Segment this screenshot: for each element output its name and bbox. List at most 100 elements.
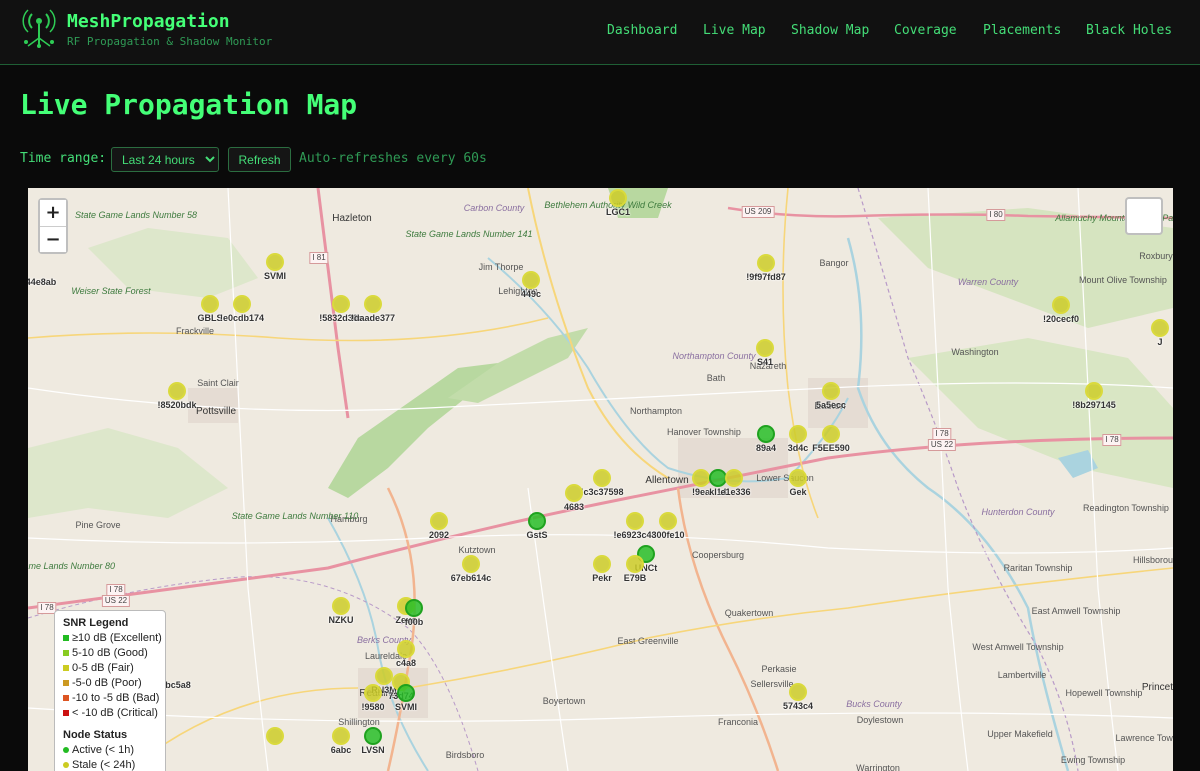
node-label: 2092 (428, 530, 450, 540)
snr-legend-label: < -10 dB (Critical) (72, 707, 158, 719)
snr-legend-label: 5-10 dB (Good) (72, 647, 148, 659)
node-label: Gek (789, 487, 807, 497)
place-label: Hanover Township (667, 427, 741, 437)
brand-subtitle: RF Propagation & Shadow Monitor (67, 35, 273, 48)
mesh-node-marker[interactable] (397, 684, 415, 702)
mesh-node-marker[interactable] (430, 512, 448, 530)
mesh-node-marker[interactable] (822, 382, 840, 400)
mesh-node-marker[interactable] (725, 469, 743, 487)
nav-dashboard[interactable]: Dashboard (607, 23, 677, 38)
mesh-node-marker[interactable] (266, 727, 284, 745)
refresh-button[interactable]: Refresh (228, 147, 291, 172)
place-label: Mount Olive Township (1079, 275, 1167, 285)
mesh-node-marker[interactable] (201, 295, 219, 313)
mesh-node-marker[interactable] (266, 253, 284, 271)
node-label: E79B (623, 573, 647, 583)
mesh-node-marker[interactable] (789, 469, 807, 487)
place-label: Northampton County (672, 351, 756, 361)
node-label: !9ea (691, 487, 711, 497)
mesh-node-marker[interactable] (1085, 382, 1103, 400)
place-label: West Amwell Township (972, 642, 1064, 652)
mesh-node-marker[interactable] (364, 295, 382, 313)
place-label: Weiser State Forest (71, 286, 151, 296)
mesh-node-marker[interactable] (757, 254, 775, 272)
road-shield: US 22 (927, 439, 957, 451)
node-label: SVMI (394, 702, 418, 712)
mesh-node-marker[interactable] (528, 512, 546, 530)
nav-coverage[interactable]: Coverage (894, 23, 957, 38)
zoom-in-button[interactable]: + (40, 200, 66, 226)
mesh-node-marker[interactable] (405, 599, 423, 617)
nav-live-map[interactable]: Live Map (703, 23, 766, 38)
node-label: 300fe10 (651, 530, 685, 540)
place-label: Hunterdon County (981, 507, 1055, 517)
mesh-node-marker[interactable] (593, 469, 611, 487)
place-label: State Game Lands Number 141 (405, 229, 533, 239)
place-label: Hazleton (332, 213, 372, 224)
layers-control-button[interactable] (1125, 197, 1163, 235)
node-label: GstS (526, 530, 548, 540)
place-label: State Game Lands Number 80 (28, 561, 116, 571)
mesh-node-marker[interactable] (462, 555, 480, 573)
time-range-select[interactable]: Last 24 hours (111, 147, 219, 172)
node-label: !20cecf0 (1042, 314, 1080, 324)
status-legend-label: Active (< 1h) (72, 744, 135, 756)
snr-swatch (63, 680, 69, 687)
place-label: Readington Township (1083, 503, 1169, 513)
place-label: Birdsboro (445, 750, 485, 760)
place-label: Princeton (1141, 682, 1173, 693)
mesh-node-marker[interactable] (659, 512, 677, 530)
snr-swatch (63, 665, 69, 672)
nav-black-holes[interactable]: Black Holes (1086, 23, 1172, 38)
snr-legend-item: -5-0 dB (Poor) (63, 676, 157, 691)
snr-legend-label: -10 to -5 dB (Bad) (72, 692, 160, 704)
mesh-node-marker[interactable] (609, 189, 627, 207)
node-label: 5743c4 (782, 701, 814, 711)
zoom-out-button[interactable]: − (40, 226, 66, 252)
place-label: Pine Grove (75, 520, 121, 530)
place-label: Allentown (645, 475, 689, 486)
mesh-node-marker[interactable] (1151, 319, 1169, 337)
node-label: 3d4c (787, 443, 809, 453)
mesh-node-marker[interactable] (593, 555, 611, 573)
snr-swatch (63, 695, 69, 702)
node-label: NZKU (328, 615, 354, 625)
mesh-node-marker[interactable] (692, 469, 710, 487)
mesh-node-marker[interactable] (626, 555, 644, 573)
place-label: Saint Clair (197, 378, 239, 388)
radio-tower-icon (22, 9, 56, 48)
mesh-node-marker[interactable] (332, 597, 350, 615)
status-legend-item: Active (< 1h) (63, 743, 157, 758)
mesh-node-marker[interactable] (822, 425, 840, 443)
mesh-node-marker[interactable] (332, 295, 350, 313)
place-label: Roxbury (1139, 251, 1173, 261)
node-label: !9f97fd87 (746, 272, 786, 282)
mesh-node-marker[interactable] (789, 425, 807, 443)
snr-legend-item: -10 to -5 dB (Bad) (63, 691, 160, 706)
mesh-node-marker[interactable] (233, 295, 251, 313)
place-label: Boyertown (542, 696, 586, 706)
road-shield: I 80 (986, 209, 1006, 221)
mesh-node-marker[interactable] (626, 512, 644, 530)
node-label: 44e8ab (28, 277, 57, 287)
nav-placements[interactable]: Placements (983, 23, 1061, 38)
mesh-node-marker[interactable] (364, 727, 382, 745)
mesh-node-marker[interactable] (756, 339, 774, 357)
mesh-node-marker[interactable] (375, 667, 393, 685)
status-dot-icon (63, 747, 69, 754)
mesh-node-marker[interactable] (168, 382, 186, 400)
snr-legend-item: 0-5 dB (Fair) (63, 661, 157, 676)
mesh-node-marker[interactable] (332, 727, 350, 745)
mesh-node-marker[interactable] (522, 271, 540, 289)
node-label: 4683 (563, 502, 585, 512)
place-label: Quakertown (724, 608, 774, 618)
mesh-node-marker[interactable] (757, 425, 775, 443)
mesh-node-marker[interactable] (1052, 296, 1070, 314)
mesh-node-marker[interactable] (789, 683, 807, 701)
place-label: East Amwell Township (1031, 606, 1121, 616)
mesh-node-marker[interactable] (565, 484, 583, 502)
propagation-map[interactable]: Hazleton State Game Lands Number 58 Carbon… (28, 188, 1173, 771)
nav-shadow-map[interactable]: Shadow Map (791, 23, 869, 38)
mesh-node-marker[interactable] (364, 684, 382, 702)
mesh-node-marker[interactable] (397, 640, 415, 658)
